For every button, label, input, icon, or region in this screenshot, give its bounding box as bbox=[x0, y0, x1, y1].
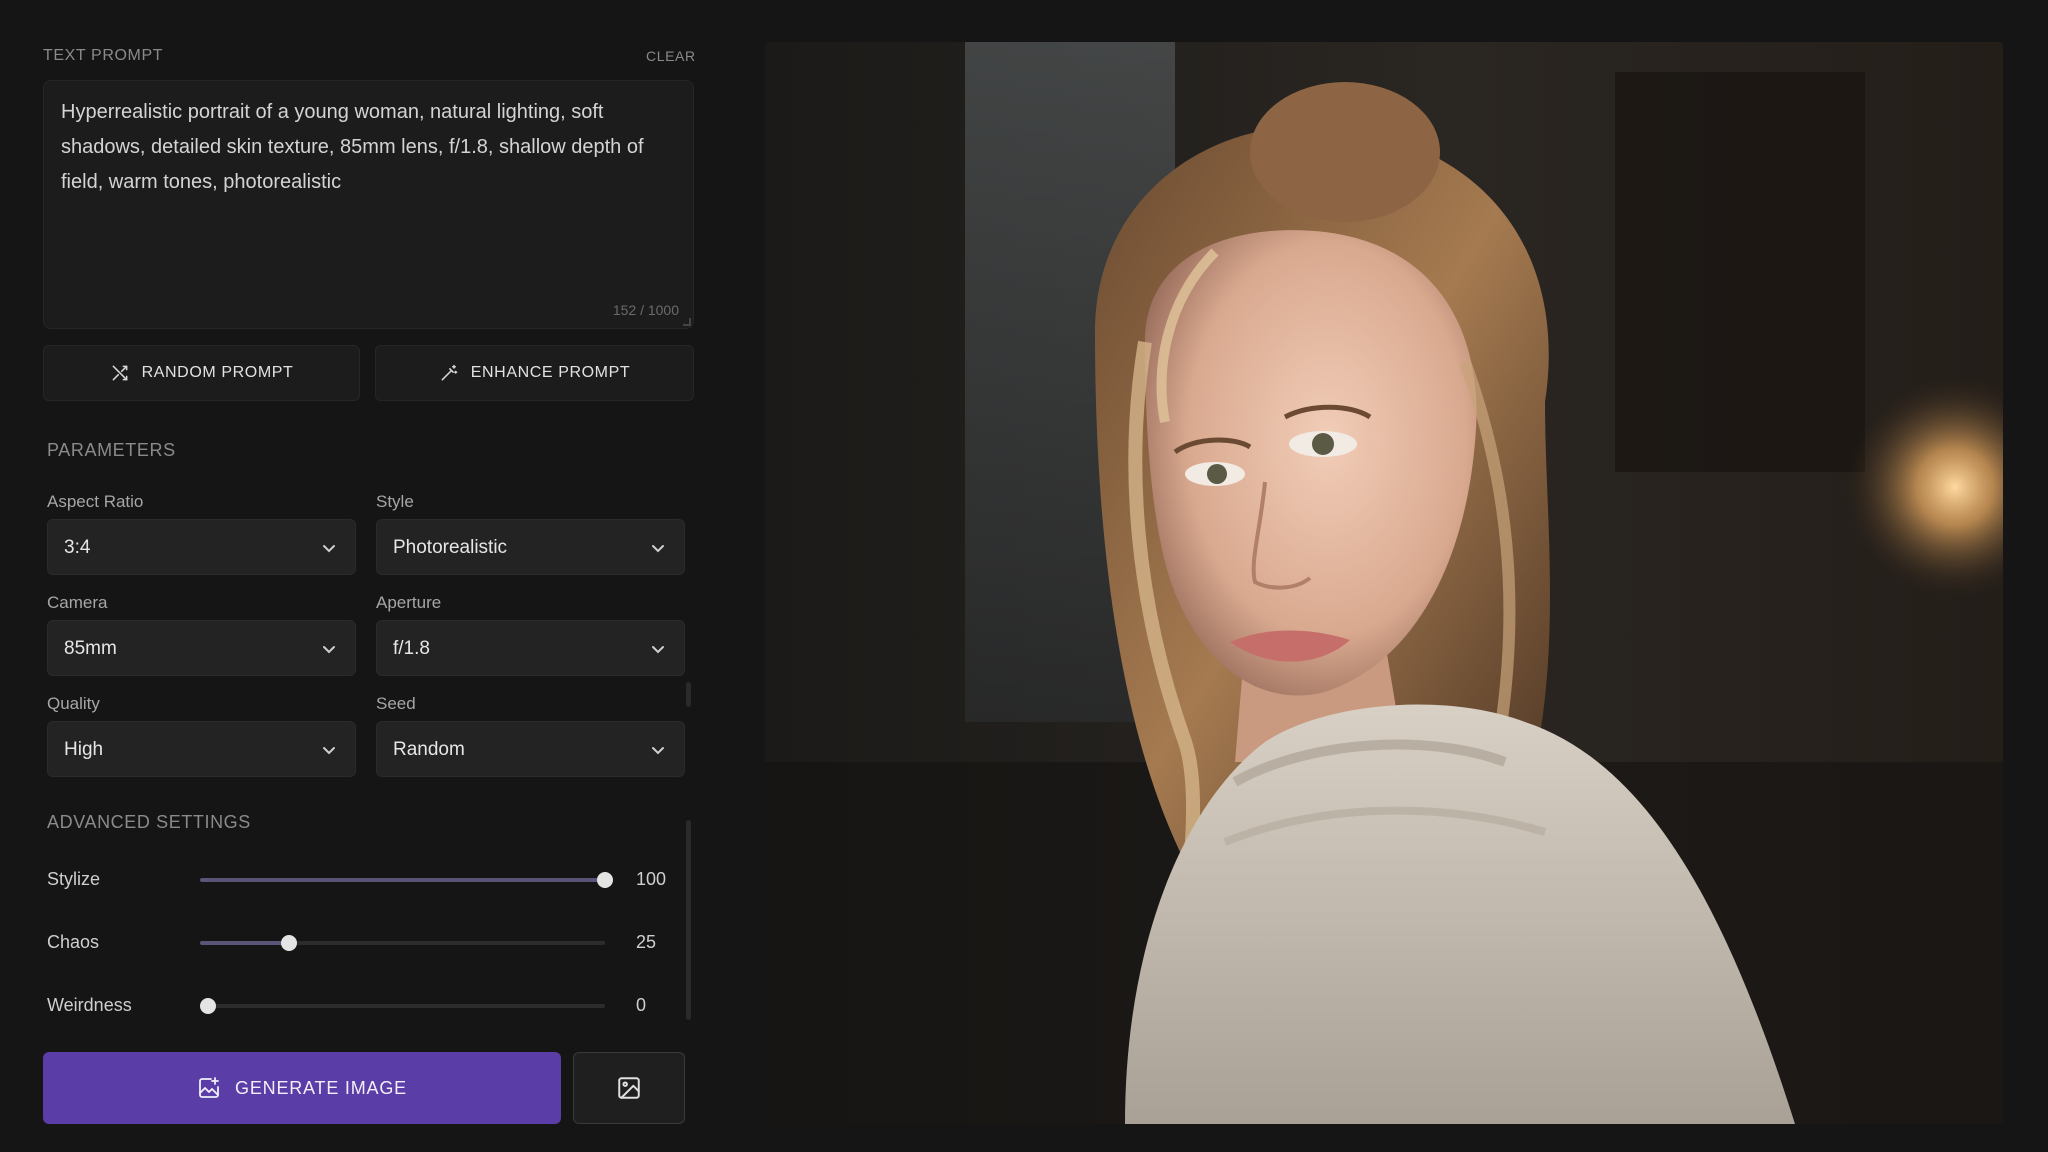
image-icon bbox=[618, 1077, 640, 1099]
weirdness-value: 0 bbox=[636, 995, 647, 1015]
prompt-textarea[interactable]: Hyperrealistic portrait of a young woman… bbox=[43, 80, 694, 329]
text-prompt-heading: TEXT PROMPT bbox=[43, 47, 164, 64]
chaos-label: Chaos bbox=[47, 932, 100, 952]
camera-select[interactable]: 85mm bbox=[47, 620, 356, 676]
aperture-label: Aperture bbox=[376, 593, 442, 612]
chevron-down-icon bbox=[652, 545, 664, 553]
chevron-down-icon bbox=[323, 646, 335, 654]
quality-label: Quality bbox=[47, 694, 100, 713]
stylize-label: Stylize bbox=[47, 869, 101, 889]
advanced-settings-heading: ADVANCED SETTINGS bbox=[47, 812, 251, 832]
stylize-slider[interactable] bbox=[200, 872, 613, 888]
quality-value: High bbox=[64, 739, 104, 760]
style-label: Style bbox=[376, 492, 414, 511]
resize-handle[interactable] bbox=[683, 318, 691, 326]
enhance-prompt-label: ENHANCE PROMPT bbox=[470, 364, 631, 381]
aspect-ratio-select[interactable]: 3:4 bbox=[47, 519, 356, 575]
image-sparkle-icon bbox=[199, 1077, 219, 1098]
chevron-down-icon bbox=[652, 747, 664, 755]
chaos-value: 25 bbox=[636, 932, 657, 952]
chaos-slider[interactable] bbox=[200, 935, 605, 951]
quality-select[interactable]: High bbox=[47, 721, 356, 777]
aperture-value: f/1.8 bbox=[393, 638, 430, 659]
generate-image-label: GENERATE IMAGE bbox=[235, 1077, 407, 1098]
generated-image-preview[interactable] bbox=[765, 42, 2003, 1124]
weirdness-slider[interactable] bbox=[200, 998, 605, 1014]
camera-label: Camera bbox=[47, 593, 108, 612]
prompt-text[interactable]: Hyperrealistic portrait of a young woman… bbox=[61, 95, 671, 200]
seed-value: Random bbox=[393, 739, 465, 760]
scrollbar-thumb[interactable] bbox=[686, 820, 691, 1020]
random-prompt-label: RANDOM PROMPT bbox=[141, 364, 294, 381]
parameters-heading: PARAMETERS bbox=[47, 440, 176, 460]
chevron-down-icon bbox=[652, 646, 664, 654]
random-prompt-button[interactable]: RANDOM PROMPT bbox=[43, 345, 360, 401]
chevron-down-icon bbox=[323, 545, 335, 553]
aspect-ratio-value: 3:4 bbox=[64, 537, 91, 558]
chevron-down-icon bbox=[323, 747, 335, 755]
seed-label: Seed bbox=[376, 694, 416, 713]
aspect-ratio-label: Aspect Ratio bbox=[47, 492, 144, 511]
weirdness-slider-thumb[interactable] bbox=[200, 998, 216, 1014]
portrait-photo bbox=[765, 42, 2003, 1124]
stylize-slider-thumb[interactable] bbox=[597, 872, 613, 888]
style-value: Photorealistic bbox=[393, 537, 508, 558]
generate-image-button[interactable]: GENERATE IMAGE bbox=[43, 1052, 561, 1124]
enhance-prompt-button[interactable]: ENHANCE PROMPT bbox=[375, 345, 694, 401]
gallery-button[interactable] bbox=[573, 1052, 685, 1124]
camera-value: 85mm bbox=[64, 638, 117, 659]
style-select[interactable]: Photorealistic bbox=[376, 519, 685, 575]
controls-panel: TEXT PROMPT CLEAR Hyperrealistic portrai… bbox=[0, 0, 720, 1152]
scrollbar-upper[interactable] bbox=[686, 682, 691, 707]
shuffle-icon bbox=[112, 365, 128, 381]
clear-button[interactable]: CLEAR bbox=[646, 48, 696, 64]
aperture-select[interactable]: f/1.8 bbox=[376, 620, 685, 676]
chaos-slider-fill bbox=[200, 941, 290, 945]
char-count: 152 / 1000 bbox=[612, 302, 679, 318]
stylize-value: 100 bbox=[636, 869, 667, 889]
seed-select[interactable]: Random bbox=[376, 721, 685, 777]
chaos-slider-thumb[interactable] bbox=[281, 935, 298, 951]
magic-wand-icon bbox=[441, 364, 457, 381]
stylize-slider-fill bbox=[200, 878, 605, 882]
weirdness-label: Weirdness bbox=[47, 995, 132, 1015]
